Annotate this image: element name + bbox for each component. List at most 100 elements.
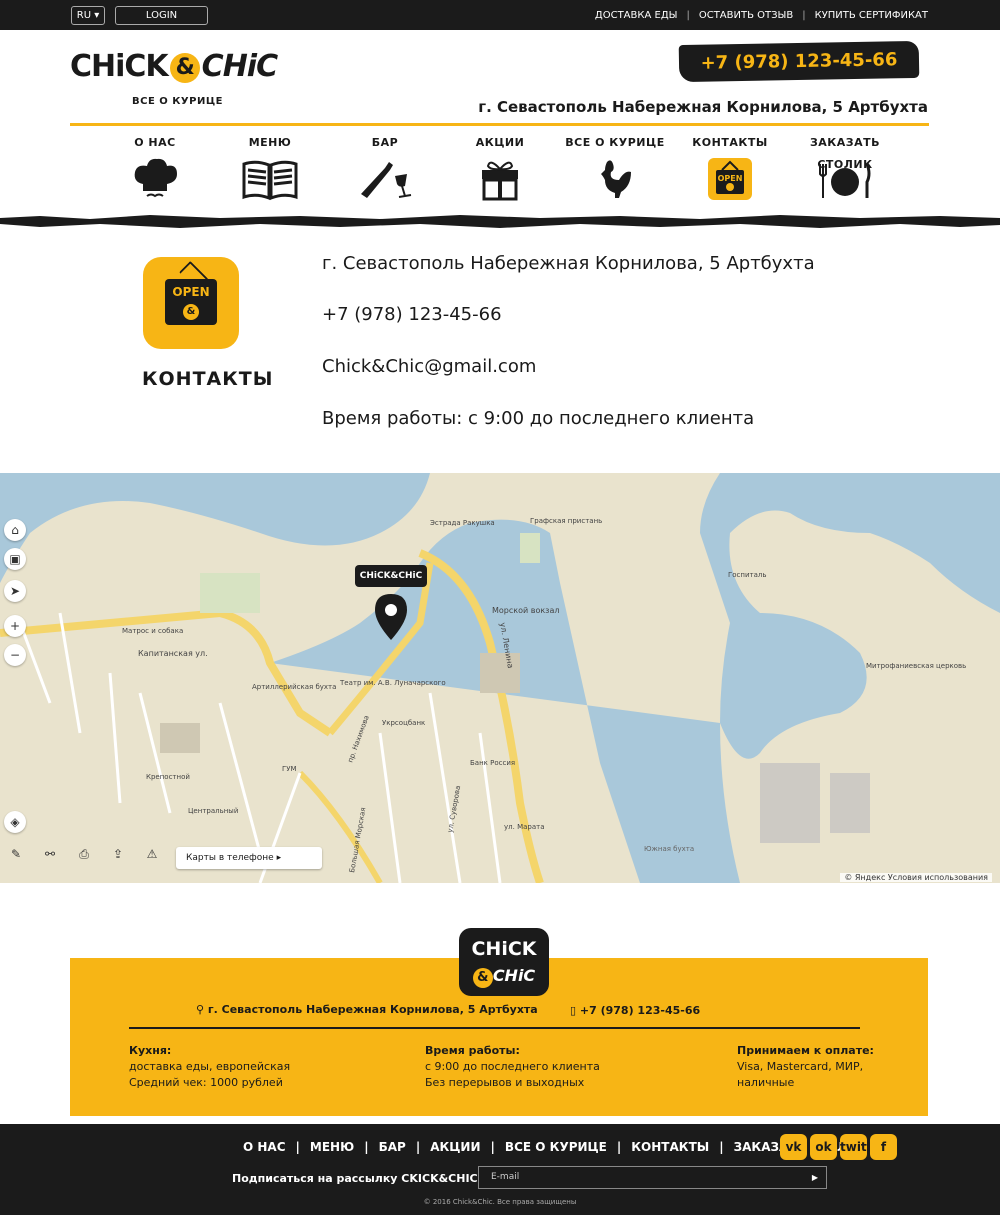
footer-hours: Время работы: с 9:00 до последнего клиен… — [425, 1043, 600, 1091]
ruler-icon[interactable]: ✎ — [4, 847, 28, 867]
submit-arrow-icon[interactable]: ▶ — [812, 1167, 818, 1188]
footer-phone[interactable]: ▯ +7 (978) 123-45-66 — [570, 1004, 700, 1017]
nav-item-book-table[interactable]: ЗАКАЗАТЬ СТОЛИК — [790, 132, 900, 212]
map-pin-icon[interactable] — [375, 594, 407, 642]
footer-nav: О НАС | МЕНЮ | БАР | АКЦИИ | ВСЕ О КУРИЦЕ | К… — [243, 1140, 867, 1154]
logo-word-chick: CHiCK — [70, 49, 169, 84]
home-icon[interactable]: ⌂ — [4, 519, 26, 541]
footer-logo-bottom: CHiC — [492, 966, 536, 985]
nav-item-contacts[interactable]: КОНТАКТЫ OPEN — [675, 132, 785, 212]
mobile-phone-icon: ▯ — [570, 1004, 580, 1017]
divider: | — [490, 1140, 495, 1154]
nav-item-menu[interactable]: МЕНЮ — [215, 132, 325, 212]
contact-phone[interactable]: +7 (978) 123-45-66 — [322, 304, 502, 325]
nav-label: О НАС — [134, 136, 176, 149]
subscribe-label: Подписаться на рассылку CKICK&CHIC: — [232, 1172, 483, 1185]
language-select[interactable]: RU ▾ — [71, 6, 105, 25]
odnoklassniki-icon[interactable]: ok — [810, 1134, 837, 1160]
svg-text:Крепостной: Крепостной — [146, 773, 190, 781]
footer-nav-promos[interactable]: АКЦИИ — [430, 1140, 480, 1154]
svg-text:ГУМ: ГУМ — [282, 765, 297, 773]
footer-nav-contacts[interactable]: КОНТАКТЫ — [631, 1140, 709, 1154]
svg-text:Укрсоцбанк: Укрсоцбанк — [382, 719, 425, 727]
briefcase-icon[interactable]: ▣ — [4, 548, 26, 570]
chef-hat-icon — [134, 158, 177, 198]
delivery-link[interactable]: ДОСТАВКА ЕДЫ — [595, 10, 678, 21]
svg-text:Матрос и собака: Матрос и собака — [122, 627, 183, 635]
header-phone[interactable]: +7 (978) 123-45-66 — [678, 40, 920, 83]
svg-text:Театр им. А.В. Луначарского: Театр им. А.В. Луначарского — [339, 679, 446, 687]
footer-cuisine-line: Средний чек: 1000 рублей — [129, 1076, 283, 1089]
page-title: КОНТАКТЫ — [142, 368, 274, 390]
email-placeholder: E-mail — [491, 1172, 520, 1182]
map-apps-button[interactable]: Карты в телефоне ▸ — [176, 847, 322, 869]
footer-cuisine-line: доставка еды, европейская — [129, 1060, 291, 1073]
svg-text:Эстрада Ракушка: Эстрада Ракушка — [430, 519, 495, 527]
header-divider — [70, 123, 929, 126]
wine-icon — [361, 162, 412, 198]
svg-text:Южная бухта: Южная бухта — [644, 845, 694, 853]
svg-text:Митрофаниевская церковь: Митрофаниевская церковь — [866, 662, 966, 670]
footer-nav-menu[interactable]: МЕНЮ — [310, 1140, 354, 1154]
chicken-icon — [601, 160, 631, 198]
open-sign-icon: OPEN & — [165, 279, 217, 325]
header-phone-text: +7 (978) 123-45-66 — [700, 49, 898, 74]
footer-payment-line: наличные — [737, 1076, 795, 1089]
nav-label: КОНТАКТЫ — [692, 136, 768, 149]
footer-logo-amp: & — [472, 968, 493, 988]
locate-icon[interactable]: ➤ — [4, 580, 26, 602]
facebook-icon[interactable]: f — [870, 1134, 897, 1160]
layers-icon[interactable]: ◈ — [4, 811, 26, 833]
svg-text:OPEN: OPEN — [718, 174, 743, 183]
map-copyright[interactable]: © Яндекс Условия использования — [840, 873, 992, 882]
contact-hours: Время работы: с 9:00 до последнего клиен… — [322, 408, 755, 429]
contact-email[interactable]: Chick&Chic@gmail.com — [322, 356, 536, 377]
copyright: © 2016 Chick&Chic. Все права защищены — [423, 1198, 577, 1206]
footer-nav-chicken[interactable]: ВСЕ О КУРИЦЕ — [505, 1140, 607, 1154]
logo-ampersand: & — [169, 53, 200, 83]
divider: | — [364, 1140, 369, 1154]
divider: | — [415, 1140, 421, 1154]
footer-logo[interactable]: CHiCK & CHiC — [459, 928, 549, 996]
footer-payment-line: Visa, Mastercard, МИР, — [737, 1060, 864, 1073]
brush-divider — [0, 215, 1000, 228]
footer-nav-bar[interactable]: БАР — [379, 1140, 406, 1154]
review-link[interactable]: ОСТАВИТЬ ОТЗЫВ — [699, 10, 793, 21]
svg-text:Артиллерийская бухта: Артиллерийская бухта — [252, 683, 336, 691]
footer-phone-text: +7 (978) 123-45-66 — [579, 1004, 701, 1017]
svg-text:Госпиталь: Госпиталь — [728, 571, 767, 579]
nav-item-about[interactable]: О НАС — [100, 132, 210, 212]
vk-icon[interactable]: vk — [780, 1134, 807, 1160]
footer-nav-about[interactable]: О НАС — [243, 1140, 286, 1154]
certificate-link[interactable]: КУПИТЬ СЕРТИФИКАТ — [815, 10, 928, 21]
nav-item-bar[interactable]: БАР — [330, 132, 440, 212]
divider: | — [802, 9, 806, 21]
svg-text:Капитанская ул.: Капитанская ул. — [138, 649, 208, 658]
nav-item-promos[interactable]: АКЦИИ — [445, 132, 555, 212]
map[interactable]: Капитанская ул. ул. Ленина Морской вокза… — [0, 473, 1000, 883]
store-icons: ▸ — [276, 853, 282, 863]
svg-text:Центральный: Центральный — [188, 807, 238, 815]
zoom-in-button[interactable]: + — [4, 615, 26, 637]
location-pin-icon: ⚲ — [196, 1003, 208, 1016]
book-icon — [242, 160, 298, 201]
share-icon[interactable]: ⇪ — [106, 847, 130, 867]
footer-address: ⚲ г. Севастополь Набережная Корнилова, 5… — [196, 1003, 538, 1016]
warning-icon[interactable]: ⚠ — [140, 847, 164, 867]
login-button[interactable]: LOGIN — [115, 6, 208, 25]
nav-label: БАР — [371, 136, 399, 149]
footer-hours-line: Без перерывов и выходных — [425, 1076, 585, 1089]
footer-hours-line: с 9:00 до последнего клиента — [425, 1060, 600, 1073]
email-input[interactable]: E-mail ▶ — [478, 1166, 827, 1189]
divider: | — [686, 9, 690, 21]
map-canvas[interactable]: Капитанская ул. ул. Ленина Морской вокза… — [0, 473, 1000, 883]
logo[interactable]: CHiCK & CHiC ВСЕ О КУРИЦЕ — [70, 49, 278, 112]
open-sign-icon: OPEN — [708, 158, 752, 200]
footer-cuisine: Кухня: доставка еды, европейская Средний… — [129, 1043, 290, 1091]
zoom-out-button[interactable]: − — [4, 644, 26, 666]
nav-item-about-chicken[interactable]: ВСЕ О КУРИЦЕ — [560, 132, 670, 212]
binoculars-icon[interactable]: ⚯ — [38, 847, 62, 867]
contact-address: г. Севастополь Набережная Корнилова, 5 А… — [322, 253, 815, 274]
print-icon[interactable]: ⎙ — [72, 847, 96, 867]
twitter-icon[interactable]: twitter — [840, 1134, 886, 1160]
